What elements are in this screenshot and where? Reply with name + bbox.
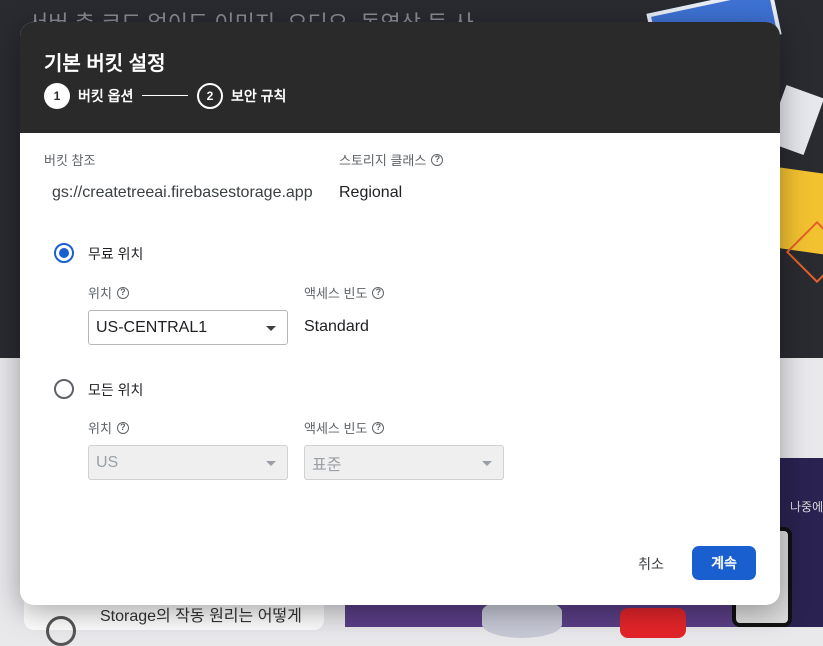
location-label-text: 위치 (88, 286, 112, 301)
step-1-label: 버킷 옵션 (78, 88, 134, 104)
access-label-text: 액세스 빈도 (304, 286, 368, 301)
storage-class-label-text: 스토리지 클래스 (339, 153, 427, 168)
bucket-ref-label: 버킷 참조 (44, 150, 95, 169)
chevron-down-icon (482, 461, 492, 466)
help-icon[interactable]: ? (431, 153, 444, 166)
all-locations-location-label: 위치 ? (88, 418, 129, 437)
step-1-number: 1 (44, 83, 70, 109)
background-card-text: Storage의 작동 원리는 어떻게 (100, 608, 302, 625)
chevron-down-icon (266, 461, 276, 466)
help-icon[interactable]: ? (372, 421, 385, 434)
help-icon[interactable]: ? (116, 421, 129, 434)
continue-button[interactable]: 계속 (692, 546, 756, 580)
background-later-text: 나중에 (790, 500, 823, 514)
free-location-radio[interactable] (54, 243, 74, 263)
location-select-value: US-CENTRAL1 (96, 318, 208, 336)
step-2-label: 보안 규칙 (231, 88, 287, 104)
chevron-down-icon (266, 326, 276, 331)
all-locations-access-select: 표준 (304, 445, 504, 480)
step-2-number: 2 (197, 83, 223, 109)
step-connector (142, 95, 188, 96)
play-circle-icon (46, 616, 76, 646)
help-icon[interactable]: ? (372, 286, 385, 299)
help-icon[interactable]: ? (116, 286, 129, 299)
youtube-icon (620, 608, 686, 638)
free-location-label[interactable]: 무료 위치 (88, 244, 143, 264)
all-locations-location-value: US (96, 453, 119, 471)
all-locations-location-select: US (88, 445, 288, 480)
storage-class-value: Regional (339, 184, 403, 201)
access-label-text: 액세스 빈도 (304, 421, 368, 436)
location-select[interactable]: US-CENTRAL1 (88, 310, 288, 345)
all-locations-label[interactable]: 모든 위치 (88, 380, 143, 400)
cancel-button[interactable]: 취소 (630, 553, 672, 575)
dialog-header: 기본 버킷 설정 1 버킷 옵션 2 보안 규칙 (20, 22, 780, 133)
dialog-title: 기본 버킷 설정 (44, 53, 166, 75)
bucket-ref-value: gs://createtreeai.firebasestorage.app (52, 184, 313, 201)
bucket-ref-label-text: 버킷 참조 (44, 153, 96, 168)
bucket-setup-dialog: 기본 버킷 설정 1 버킷 옵션 2 보안 규칙 버킷 참조 gs://crea… (20, 22, 780, 605)
location-label-text: 위치 (88, 421, 112, 436)
access-frequency-value: Standard (304, 318, 369, 335)
all-locations-access-label: 액세스 빈도 ? (304, 418, 385, 437)
free-location-access-label: 액세스 빈도 ? (304, 283, 385, 302)
storage-class-label: 스토리지 클래스 ? (339, 150, 444, 169)
free-location-location-label: 위치 ? (88, 283, 129, 302)
all-locations-access-value: 표준 (312, 456, 342, 474)
all-locations-radio[interactable] (54, 379, 74, 399)
